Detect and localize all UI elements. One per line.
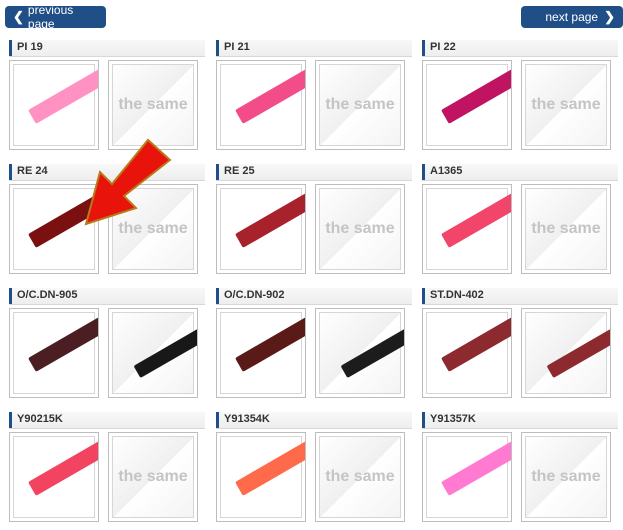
swatch-name: A1365	[430, 165, 463, 177]
swatch-thumbnail[interactable]	[216, 308, 306, 398]
header-accent	[216, 288, 219, 304]
swatch-cell: PI 21 the same	[216, 40, 416, 158]
swatch-thumbnail[interactable]	[422, 308, 512, 398]
swatch-header: Y91357K	[422, 412, 618, 429]
variant-thumbnail[interactable]: the same	[521, 432, 611, 522]
the-same-label: the same	[531, 468, 601, 485]
swatch-name: O/C.DN-905	[17, 289, 78, 301]
variant-thumbnail[interactable]	[521, 308, 611, 398]
swatch-name: PI 22	[430, 41, 456, 53]
variant-thumbnail[interactable]: the same	[108, 60, 198, 150]
swatch-thumbnail[interactable]	[422, 432, 512, 522]
swatch-header: ST.DN-402	[422, 288, 618, 305]
previous-page-button[interactable]: ❮ previous page	[5, 3, 106, 31]
swatch-thumbnail[interactable]	[422, 60, 512, 150]
header-accent	[422, 164, 425, 180]
red-arrow-icon	[84, 138, 172, 226]
swatch-header: PI 21	[216, 40, 412, 57]
swatch-cell: ST.DN-402	[422, 288, 622, 406]
header-accent	[422, 288, 425, 304]
swatch-header: A1365	[422, 164, 618, 181]
header-accent	[9, 164, 12, 180]
swatch-cell: RE 25 the same	[216, 164, 416, 282]
swatch-thumbnail[interactable]	[422, 184, 512, 274]
swatch-thumbnail[interactable]	[9, 308, 99, 398]
the-same-label: the same	[325, 220, 395, 237]
swatch-cell: A1365 the same	[422, 164, 622, 282]
variant-thumbnail[interactable]: the same	[315, 184, 405, 274]
swatch-header: PI 22	[422, 40, 618, 57]
swatch-name: ST.DN-402	[430, 289, 484, 301]
swatch-thumbnail[interactable]	[9, 60, 99, 150]
swatch-thumbnail[interactable]	[216, 432, 306, 522]
variant-thumbnail[interactable]: the same	[315, 432, 405, 522]
header-accent	[216, 40, 219, 56]
variant-thumbnail[interactable]	[315, 308, 405, 398]
the-same-label: the same	[531, 220, 601, 237]
the-same-label: the same	[118, 96, 188, 113]
variant-thumbnail[interactable]: the same	[108, 432, 198, 522]
the-same-label: the same	[118, 468, 188, 485]
swatch-name: RE 25	[224, 165, 255, 177]
swatch-cell: O/C.DN-902	[216, 288, 416, 406]
chevron-right-icon: ❯	[604, 9, 615, 24]
header-accent	[9, 412, 12, 428]
swatch-header: RE 25	[216, 164, 412, 181]
next-page-button[interactable]: next page ❯	[521, 6, 623, 28]
variant-thumbnail[interactable]: the same	[521, 60, 611, 150]
previous-page-label: previous page	[27, 3, 74, 31]
variant-thumbnail[interactable]: the same	[521, 184, 611, 274]
swatch-header: Y90215K	[9, 412, 205, 429]
the-same-label: the same	[325, 96, 395, 113]
swatch-name: Y91357K	[430, 413, 476, 425]
swatch-header: O/C.DN-905	[9, 288, 205, 305]
swatch-name: RE 24	[17, 165, 48, 177]
header-accent	[9, 288, 12, 304]
swatch-name: Y91354K	[224, 413, 270, 425]
swatch-cell: Y90215K the same	[9, 412, 209, 530]
swatch-cell: PI 22 the same	[422, 40, 622, 158]
swatch-name: Y90215K	[17, 413, 63, 425]
swatch-cell: Y91357K the same	[422, 412, 622, 530]
the-same-label: the same	[325, 468, 395, 485]
the-same-label: the same	[531, 96, 601, 113]
swatch-name: PI 21	[224, 41, 250, 53]
swatch-header: PI 19	[9, 40, 205, 57]
swatch-thumbnail[interactable]	[216, 184, 306, 274]
header-accent	[422, 412, 425, 428]
variant-thumbnail[interactable]: the same	[315, 60, 405, 150]
next-page-label: next page	[545, 10, 599, 24]
variant-thumbnail[interactable]	[108, 308, 198, 398]
header-accent	[422, 40, 425, 56]
header-accent	[9, 40, 12, 56]
swatch-header: Y91354K	[216, 412, 412, 429]
swatch-header: O/C.DN-902	[216, 288, 412, 305]
swatch-name: PI 19	[17, 41, 43, 53]
swatch-name: O/C.DN-902	[224, 289, 285, 301]
chevron-left-icon: ❮	[13, 9, 24, 24]
header-accent	[216, 412, 219, 428]
swatch-thumbnail[interactable]	[9, 432, 99, 522]
swatch-cell: Y91354K the same	[216, 412, 416, 530]
swatch-thumbnail[interactable]	[216, 60, 306, 150]
swatch-cell: O/C.DN-905	[9, 288, 209, 406]
header-accent	[216, 164, 219, 180]
